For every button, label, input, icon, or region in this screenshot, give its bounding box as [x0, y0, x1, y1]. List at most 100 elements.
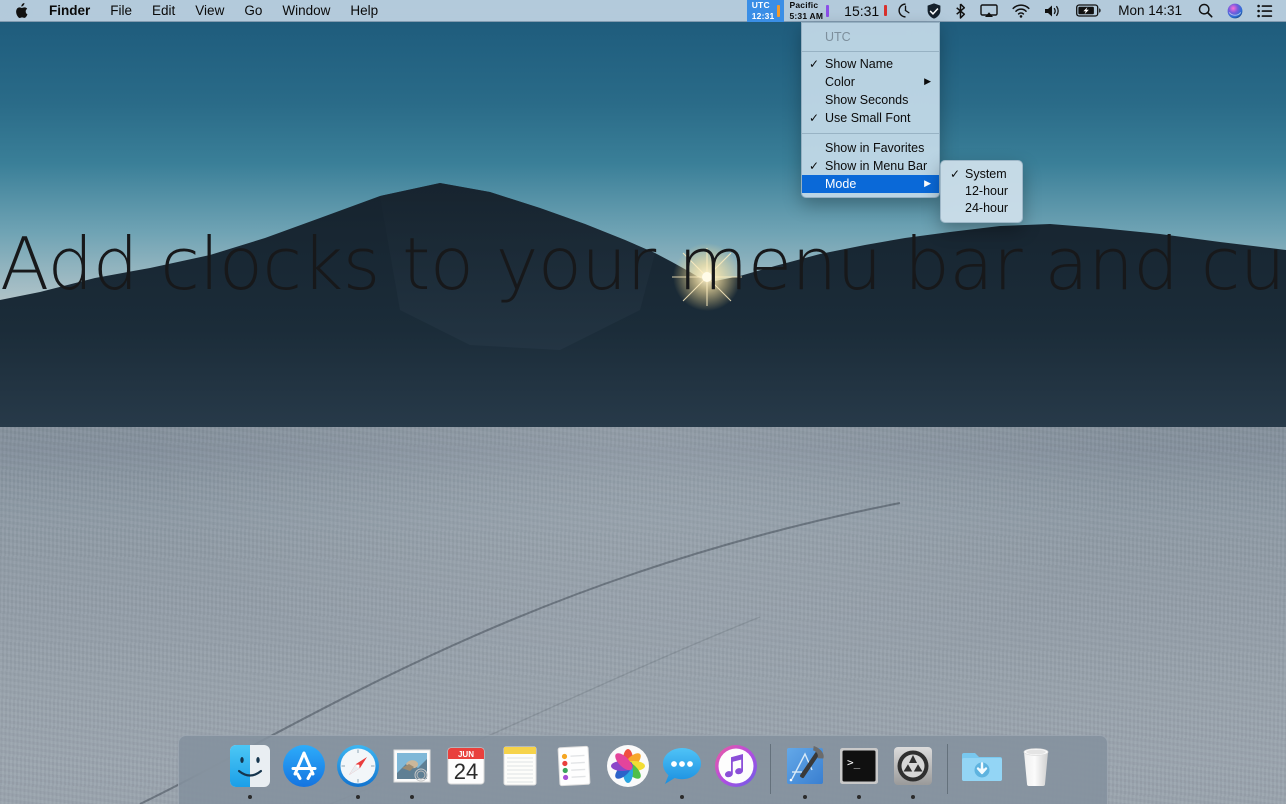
menu-item-go[interactable]: Go [234, 0, 272, 22]
crescent-clock-icon[interactable] [891, 0, 920, 22]
wallpaper-headline: Add clocks to your menu bar and customiz… [0, 222, 1286, 306]
mode-option-12-hour[interactable]: 12-hour [941, 183, 1022, 200]
clock-pacific-name: Pacific [789, 0, 819, 10]
menu-separator-2 [802, 133, 939, 134]
menubar-clock-pacific[interactable]: Pacific 5:31 AM [784, 0, 833, 22]
system-clock[interactable]: Mon 14:31 [1109, 0, 1191, 22]
running-indicator [302, 795, 306, 799]
dock-item-notes[interactable] [493, 742, 547, 799]
battery-charging-icon[interactable] [1069, 0, 1109, 22]
menu-item-file[interactable]: File [100, 0, 142, 22]
svg-text:24: 24 [454, 759, 478, 784]
siri-icon[interactable] [1220, 0, 1250, 22]
volume-icon[interactable] [1037, 0, 1069, 22]
bluetooth-icon[interactable] [948, 0, 973, 22]
dock[interactable]: JUN 24 >_ [178, 735, 1108, 804]
menu-option-show-seconds[interactable]: Show Seconds [802, 91, 939, 109]
menu-option-label: Show Name [825, 57, 894, 71]
wifi-icon[interactable] [1005, 0, 1037, 22]
menu-option-label: Use Small Font [825, 111, 911, 125]
menu-option-label: Color [825, 75, 855, 89]
menu-bar-right: UTC 12:31 Pacific 5:31 AM 15:31 Mon 14:3… [746, 0, 1286, 22]
itunes-icon [712, 742, 760, 790]
menu-option-label: Show Seconds [825, 93, 909, 107]
menu-separator-1 [802, 51, 939, 52]
dock-item-safari[interactable] [331, 742, 385, 799]
running-indicator [248, 795, 252, 799]
running-indicator [464, 795, 468, 799]
menu-option-label: Mode [825, 177, 857, 191]
downloads-folder-icon [958, 742, 1006, 790]
svg-text:JUN: JUN [458, 750, 474, 759]
shield-icon[interactable] [920, 0, 948, 22]
desktop-wallpaper[interactable]: Add clocks to your menu bar and customiz… [0, 0, 1286, 804]
menu-item-window[interactable]: Window [272, 0, 340, 22]
menu-option-label: Show in Favorites [825, 141, 925, 155]
dock-item-finder[interactable] [223, 742, 277, 799]
menu-item-finder[interactable]: Finder [39, 0, 100, 22]
mode-option-label: 12-hour [965, 184, 1009, 198]
menubar-clock-utc[interactable]: UTC 12:31 [746, 0, 785, 22]
chevron-right-icon: ▶ [924, 178, 931, 188]
dock-item-app-store[interactable] [277, 742, 331, 799]
messages-icon [658, 742, 706, 790]
search-icon[interactable] [1191, 0, 1220, 22]
menu-option-color[interactable]: Color ▶ [802, 73, 939, 91]
menu-option-show-in-favorites[interactable]: Show in Favorites [802, 139, 939, 157]
dock-item-itunes[interactable] [709, 742, 763, 799]
mode-option-24-hour[interactable]: 24-hour [941, 200, 1022, 217]
dock-item-xcode[interactable] [778, 742, 832, 799]
dock-item-reminders[interactable] [547, 742, 601, 799]
clock-context-menu[interactable]: UTC ✓ Show Name Color ▶ Show Seconds ✓ U… [801, 22, 940, 198]
dock-item-trash[interactable] [1009, 742, 1063, 799]
xcode-icon [781, 742, 829, 790]
mail-icon [388, 742, 436, 790]
running-indicator [518, 795, 522, 799]
checkmark-icon: ✓ [809, 159, 820, 173]
menu-item-edit[interactable]: Edit [142, 0, 185, 22]
clock-main-time: 15:31 [844, 2, 880, 19]
finder-icon [226, 742, 274, 790]
dock-item-calendar[interactable]: JUN 24 [439, 742, 493, 799]
control-center-icon[interactable] [1250, 0, 1280, 22]
checkmark-icon: ✓ [950, 167, 961, 181]
app-store-icon [280, 742, 328, 790]
safari-icon [334, 742, 382, 790]
mode-submenu[interactable]: ✓ System 12-hour 24-hour [940, 160, 1023, 223]
menu-item-help[interactable]: Help [340, 0, 388, 22]
checkmark-icon: ✓ [809, 111, 820, 125]
mode-option-system[interactable]: ✓ System [941, 166, 1022, 183]
calendar-icon: JUN 24 [442, 742, 490, 790]
chevron-right-icon: ▶ [924, 76, 931, 86]
photos-icon [604, 742, 652, 790]
menu-bar[interactable]: Finder File Edit View Go Window Help UTC… [0, 0, 1286, 22]
mode-option-label: System [965, 167, 1007, 181]
dock-item-mail[interactable] [385, 742, 439, 799]
clock-pacific-time: 5:31 AM [789, 10, 824, 21]
running-indicator [626, 795, 630, 799]
running-indicator [803, 795, 807, 799]
menu-option-mode[interactable]: Mode ▶ [802, 175, 939, 193]
running-indicator [356, 795, 360, 799]
mode-option-label: 24-hour [965, 201, 1009, 215]
running-indicator [734, 795, 738, 799]
menu-option-show-name[interactable]: ✓ Show Name [802, 55, 939, 73]
running-indicator [911, 795, 915, 799]
menu-option-use-small-font[interactable]: ✓ Use Small Font [802, 109, 939, 127]
dock-item-messages[interactable] [655, 742, 709, 799]
dock-item-system-preferences[interactable] [886, 742, 940, 799]
notes-icon [496, 742, 544, 790]
dock-item-terminal[interactable]: >_ [832, 742, 886, 799]
apple-menu-icon[interactable] [0, 0, 39, 22]
running-indicator [572, 795, 576, 799]
airplay-icon[interactable] [973, 0, 1005, 22]
dock-item-downloads[interactable] [955, 742, 1009, 799]
clock-utc-name: UTC [751, 0, 770, 10]
reminders-icon [550, 742, 598, 790]
dock-item-photos[interactable] [601, 742, 655, 799]
menubar-clock-main[interactable]: 15:31 [833, 0, 891, 22]
system-preferences-icon [889, 742, 937, 790]
menu-option-show-in-menu-bar[interactable]: ✓ Show in Menu Bar [802, 157, 939, 175]
clock-menu-header: UTC [825, 30, 851, 44]
menu-item-view[interactable]: View [185, 0, 234, 22]
